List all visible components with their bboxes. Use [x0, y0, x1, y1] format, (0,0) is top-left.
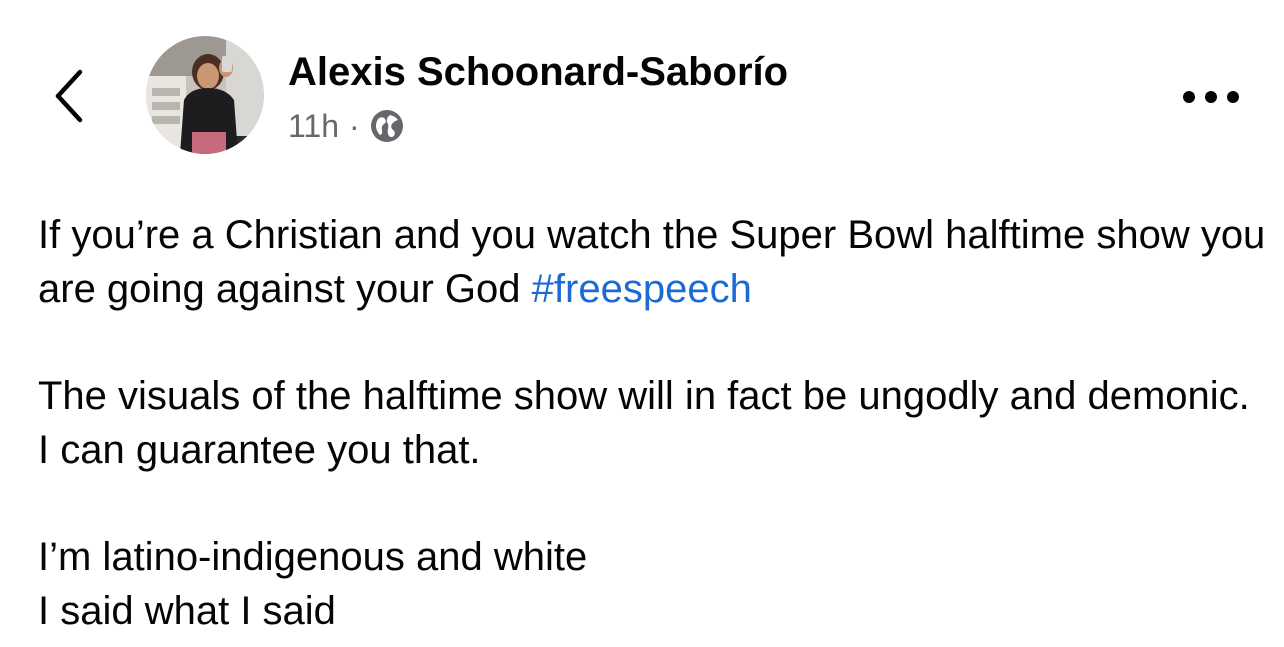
post-paragraph-1: If you’re a Christian and you watch the … [38, 208, 1268, 316]
author-name[interactable]: Alexis Schoonard-Saborío [288, 46, 788, 98]
post-meta: 11h · [288, 104, 404, 148]
paragraph-3-line-2: I said what I said [38, 589, 336, 633]
paragraph-3-line-1: I’m latino-indigenous and white [38, 535, 588, 579]
more-options-button[interactable] [1176, 80, 1246, 114]
meta-separator: · [349, 107, 360, 144]
post-paragraph-3: I’m latino-indigenous and white I said w… [38, 530, 1268, 638]
back-button[interactable] [52, 66, 88, 126]
more-horizontal-icon [1183, 91, 1239, 103]
globe-icon[interactable] [370, 109, 404, 143]
chevron-left-icon [55, 69, 83, 123]
hashtag-link[interactable]: #freespeech [532, 267, 752, 311]
post-paragraph-2: The visuals of the halftime show will in… [38, 374, 1250, 472]
post-timestamp[interactable]: 11h [288, 108, 339, 145]
avatar[interactable] [146, 36, 264, 154]
